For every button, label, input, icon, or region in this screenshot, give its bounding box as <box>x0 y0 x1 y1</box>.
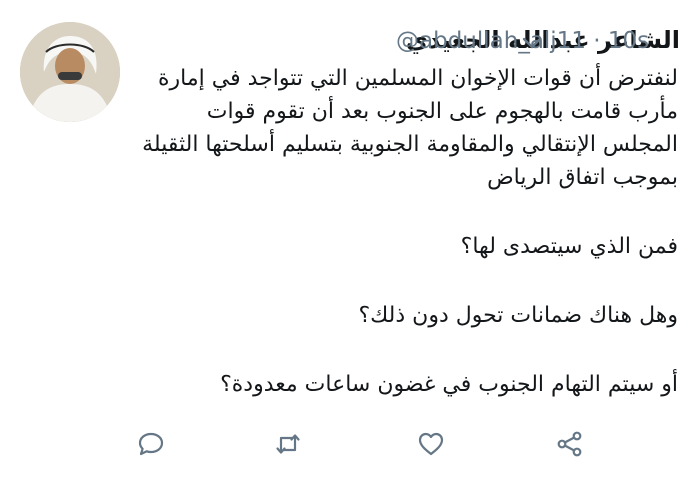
action-bar <box>0 424 700 464</box>
timestamp[interactable]: 10s <box>608 28 649 54</box>
tweet-body: لنفترض أن قوات الإخوان المسلمين التي تتو… <box>138 62 678 401</box>
tweet-header: الشاعر عبدالله الجعيدي @abdullah_alj11 ·… <box>140 26 680 60</box>
reply-icon <box>138 432 164 456</box>
tweet-paragraph-2: فمن الذي سيتصدى لها؟ <box>460 234 678 259</box>
separator: · <box>593 28 601 54</box>
retweet-button[interactable] <box>268 424 308 464</box>
share-button[interactable] <box>550 424 590 464</box>
tweet-card[interactable]: الشاعر عبدالله الجعيدي @abdullah_alj11 ·… <box>0 0 700 486</box>
retweet-icon <box>276 434 300 454</box>
tweet-paragraph-3: وهل هناك ضمانات تحول دون ذلك؟ <box>358 303 678 328</box>
tweet-paragraph-4: أو سيتم التهام الجنوب في غضون ساعات معدو… <box>220 372 678 397</box>
reply-button[interactable] <box>131 424 171 464</box>
chevron-down-icon[interactable] <box>520 34 544 56</box>
heart-icon <box>418 432 444 456</box>
like-button[interactable] <box>411 424 451 464</box>
share-icon <box>557 431 582 457</box>
tweet-paragraph-1: لنفترض أن قوات الإخوان المسلمين التي تتو… <box>142 66 678 190</box>
avatar[interactable] <box>20 22 120 122</box>
avatar-portrait <box>20 22 120 122</box>
handle[interactable]: @abdullah_alj11 <box>396 28 586 54</box>
